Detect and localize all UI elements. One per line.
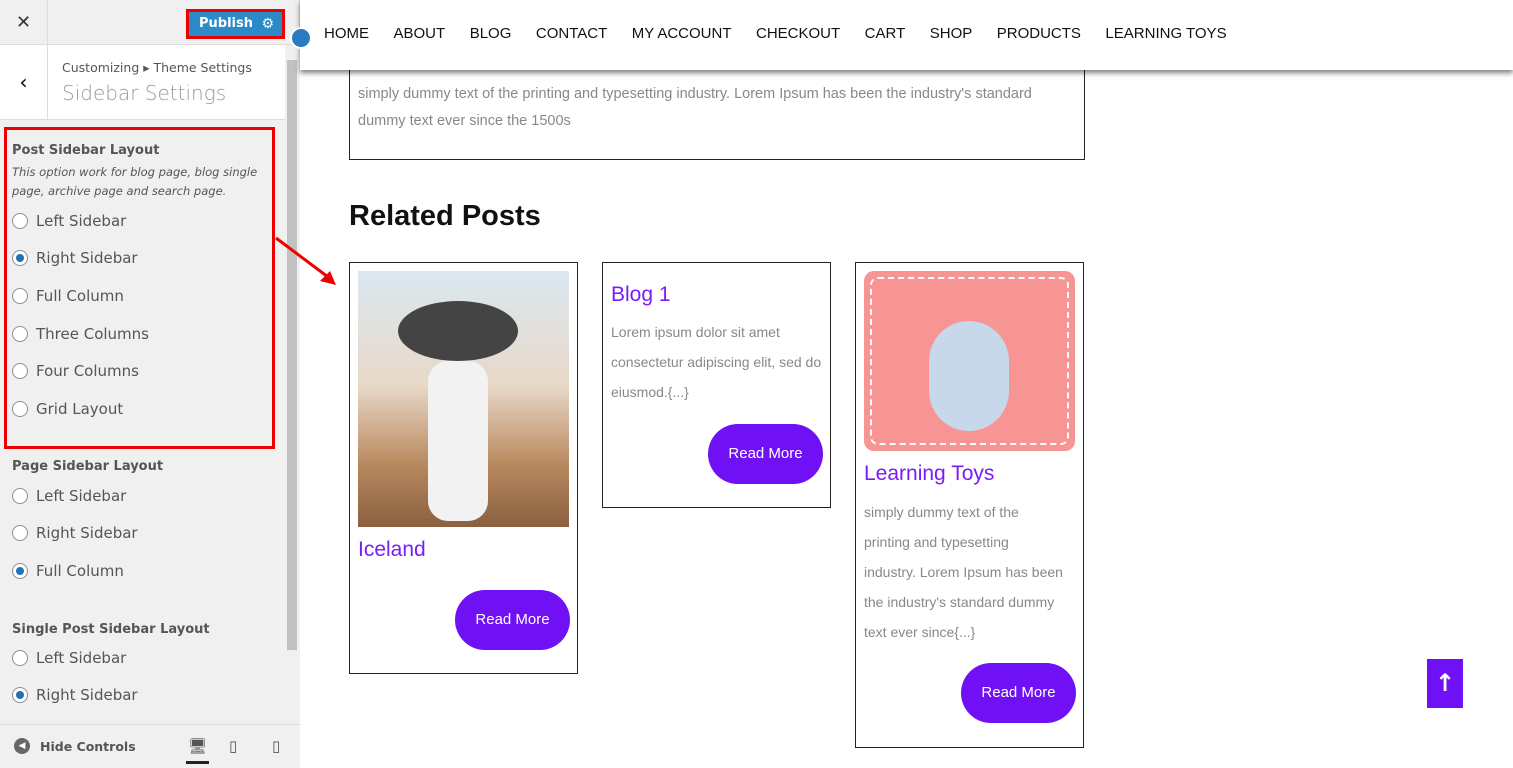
related-post-card: Learning Toys simply dummy text of the p… — [855, 262, 1084, 748]
customizer-footer: ◀ Hide Controls 🖥 ▯ ▯ — [0, 724, 300, 768]
related-post-card: Iceland Read More — [349, 262, 578, 674]
nav-item[interactable]: ABOUT — [394, 25, 446, 42]
post-sidebar-layout-desc: This option work for blog page, blog sin… — [12, 165, 258, 198]
nav-item[interactable]: HOME — [324, 25, 369, 42]
post-title[interactable]: Blog 1 — [611, 283, 671, 307]
radio-label: Left Sidebar — [36, 212, 127, 230]
hide-controls-label: Hide Controls — [40, 738, 136, 754]
radio-label: Left Sidebar — [36, 487, 127, 505]
page-title: Sidebar Settings — [62, 81, 227, 105]
radio-button[interactable] — [12, 363, 28, 379]
preview-toggle-icon[interactable] — [290, 27, 312, 49]
read-more-button[interactable]: Read More — [708, 424, 823, 484]
radio-label: Full Column — [36, 562, 124, 580]
nav-item[interactable]: CHECKOUT — [756, 25, 840, 42]
related-post-card: Blog 1 Lorem ipsum dolor sit amet consec… — [602, 262, 831, 508]
radio-button[interactable] — [12, 525, 28, 541]
tablet-preview-icon[interactable]: ▯ — [229, 737, 237, 755]
read-more-button[interactable]: Read More — [455, 590, 570, 650]
customizer-panel: ✕ Publish ⚙ ‹ Customizing ▸ Theme Setting… — [0, 0, 300, 768]
hide-controls-button[interactable]: ◀ Hide Controls — [14, 738, 136, 754]
publish-label: Publish — [199, 16, 253, 31]
gear-icon[interactable]: ⚙ — [261, 12, 274, 36]
nav-item[interactable]: CART — [865, 25, 906, 42]
desktop-preview-icon[interactable]: 🖥 — [186, 737, 210, 764]
read-more-button[interactable]: Read More — [961, 663, 1076, 723]
radio-label: Right Sidebar — [36, 249, 138, 267]
scrollbar[interactable] — [285, 45, 300, 725]
radio-option[interactable]: Left Sidebar — [12, 649, 126, 667]
nav-item[interactable]: LEARNING TOYS — [1105, 25, 1226, 42]
nav-item[interactable]: CONTACT — [536, 25, 607, 42]
radio-label: Right Sidebar — [36, 686, 138, 704]
radio-label: Four Columns — [36, 362, 139, 380]
nav-item[interactable]: MY ACCOUNT — [632, 25, 732, 42]
radio-button[interactable] — [12, 213, 28, 229]
radio-option[interactable]: Full Column — [12, 287, 124, 305]
radio-option[interactable]: Full Column — [12, 562, 124, 580]
page-sidebar-layout-label: Page Sidebar Layout — [12, 459, 164, 474]
radio-button[interactable] — [12, 326, 28, 342]
radio-option[interactable]: Four Columns — [12, 362, 139, 380]
excerpt-text: simply dummy text of the printing and ty… — [358, 86, 1032, 129]
section-header: ‹ Customizing ▸ Theme Settings Sidebar S… — [0, 45, 285, 120]
radio-button[interactable] — [12, 250, 28, 266]
radio-option[interactable]: Right Sidebar — [12, 249, 138, 267]
publish-button[interactable]: Publish ⚙ — [186, 9, 285, 39]
radio-button[interactable] — [12, 687, 28, 703]
nav-item[interactable]: PRODUCTS — [997, 25, 1081, 42]
post-title[interactable]: Learning Toys — [864, 462, 994, 486]
post-excerpt: Lorem ipsum dolor sit amet consectetur a… — [611, 324, 822, 400]
radio-button[interactable] — [12, 563, 28, 579]
red-arrow — [275, 236, 336, 285]
mobile-preview-icon[interactable]: ▯ — [272, 737, 280, 755]
radio-label: Three Columns — [36, 325, 149, 343]
scroll-to-top-button[interactable]: ↑ — [1427, 659, 1463, 708]
radio-option[interactable]: Right Sidebar — [12, 524, 138, 542]
post-image-toy[interactable] — [864, 271, 1075, 451]
radio-option[interactable]: Right Sidebar — [12, 686, 138, 704]
radio-option[interactable]: Three Columns — [12, 325, 149, 343]
nav-item[interactable]: BLOG — [470, 25, 512, 42]
post-sidebar-layout-label: Post Sidebar Layout — [12, 143, 160, 158]
radio-button[interactable] — [12, 488, 28, 504]
post-title[interactable]: Iceland — [358, 538, 426, 562]
radio-label: Full Column — [36, 287, 124, 305]
top-navigation: HOME ABOUT BLOG CONTACT MY ACCOUNT CHECKOUT CA… — [290, 0, 1513, 70]
post-image-camera-woman[interactable] — [358, 271, 569, 527]
radio-option[interactable]: Grid Layout — [12, 400, 123, 418]
radio-button[interactable] — [12, 288, 28, 304]
post-excerpt: simply dummy text of the printing and ty… — [864, 504, 1063, 640]
close-icon[interactable]: ✕ — [0, 0, 48, 45]
radio-button[interactable] — [12, 401, 28, 417]
customizer-topbar: ✕ Publish ⚙ — [0, 0, 299, 45]
collapse-icon: ◀ — [14, 738, 30, 754]
radio-label: Right Sidebar — [36, 524, 138, 542]
radio-button[interactable] — [12, 650, 28, 666]
related-posts-heading: Related Posts — [349, 200, 541, 232]
nav-item[interactable]: SHOP — [930, 25, 973, 42]
breadcrumb: Customizing ▸ Theme Settings — [62, 60, 252, 75]
radio-label: Left Sidebar — [36, 649, 127, 667]
back-icon[interactable]: ‹ — [0, 45, 48, 120]
radio-option[interactable]: Left Sidebar — [12, 212, 126, 230]
scrollbar-thumb[interactable] — [287, 60, 297, 650]
radio-option[interactable]: Left Sidebar — [12, 487, 126, 505]
radio-label: Grid Layout — [36, 400, 124, 418]
single-post-sidebar-layout-label: Single Post Sidebar Layout — [12, 622, 210, 637]
